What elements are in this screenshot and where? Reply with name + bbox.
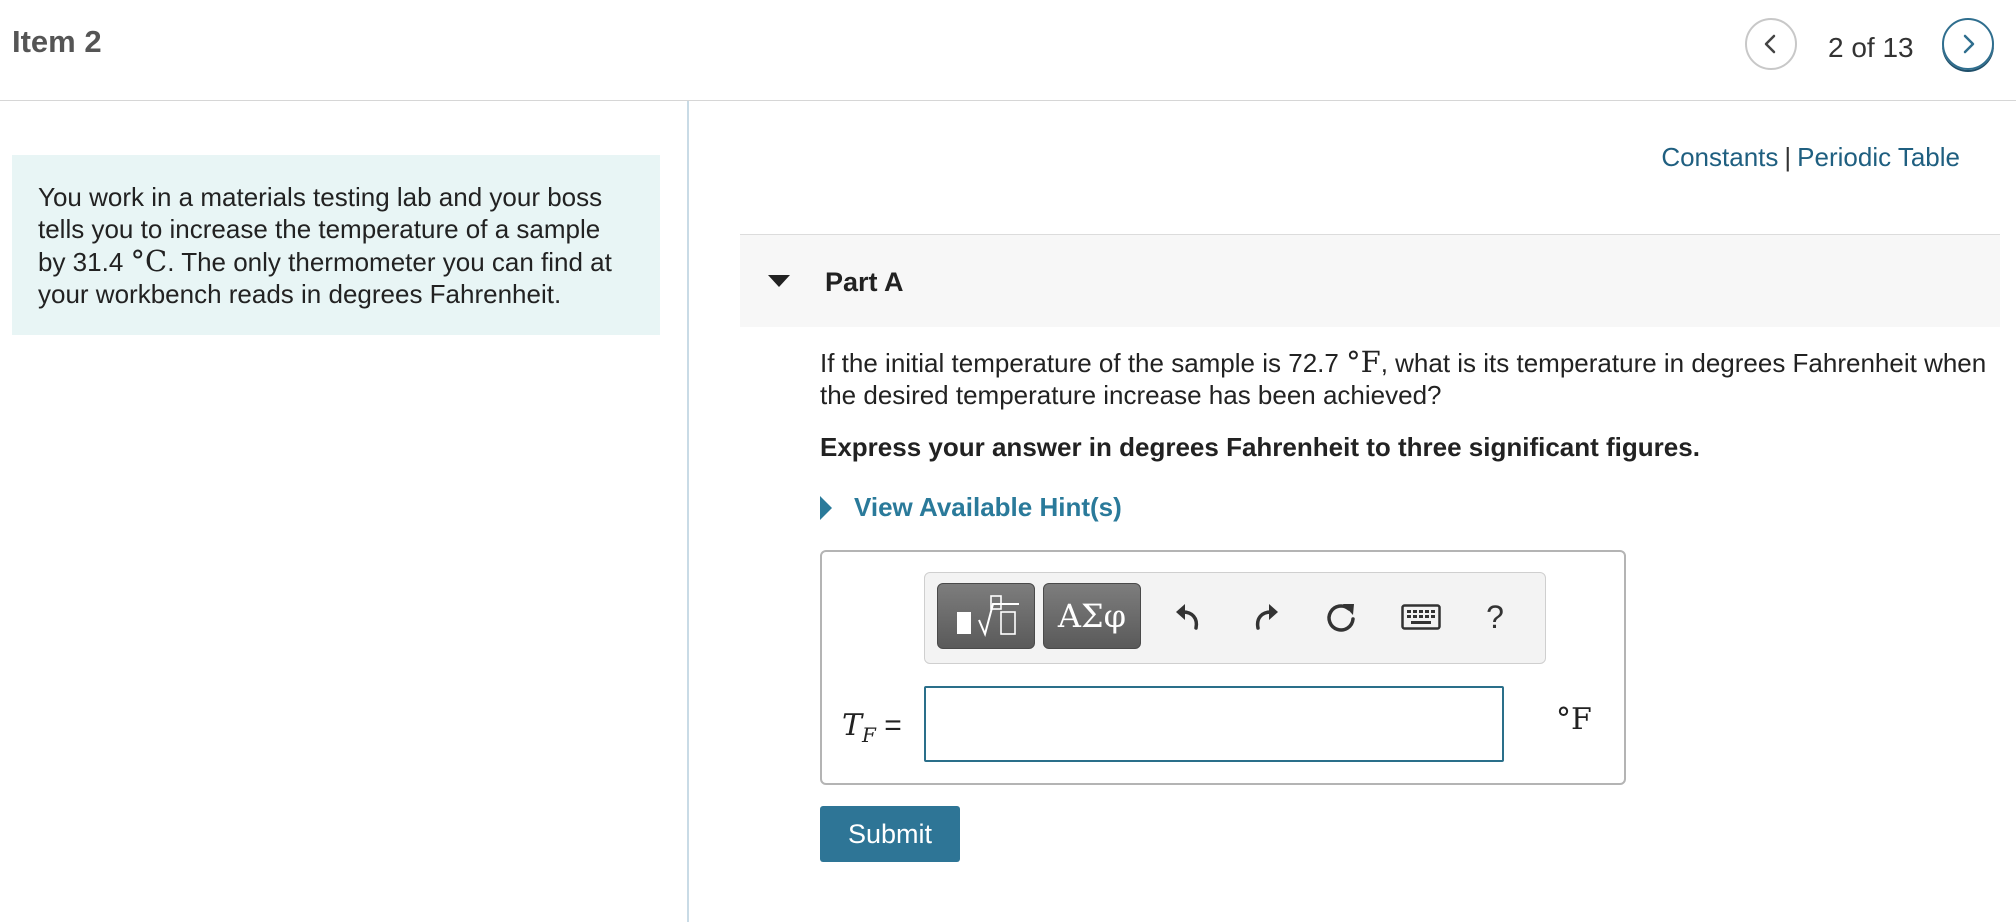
top-bar: Item 2 2 of 13 [0,0,2016,101]
answer-input[interactable] [924,686,1504,762]
item-title: Item 2 [12,24,102,59]
undo-icon [1176,604,1199,630]
view-hints-toggle[interactable]: View Available Hint(s) [820,492,1122,523]
question-before: If the initial temperature of the sample… [820,348,1347,378]
question-text: If the initial temperature of the sample… [820,346,2000,411]
chevron-left-icon [1764,34,1776,54]
constants-link[interactable]: Constants [1661,142,1778,172]
chevron-right-icon [1963,34,1975,54]
submit-button[interactable]: Submit [820,806,960,862]
answer-box: ΑΣφ ? TF = °F [820,550,1626,785]
variable-symbol: T [842,708,863,743]
panel-divider [687,101,689,922]
help-button[interactable]: ? [1473,595,1517,639]
redo-icon [1255,604,1278,630]
reset-button[interactable] [1319,595,1363,639]
help-icon: ? [1486,598,1504,635]
keyboard-button[interactable] [1399,595,1443,639]
keyboard-icon [1401,604,1441,630]
part-header[interactable]: Part A [740,234,2000,327]
math-toolbar: ΑΣφ ? [924,572,1546,664]
redo-button[interactable] [1243,595,1287,639]
item-counter: 2 of 13 [1828,32,1914,63]
caret-right-icon [820,495,832,520]
question-unit: °F [1346,345,1381,379]
templates-icon [957,595,1019,638]
greek-symbols-button[interactable]: ΑΣφ [1043,583,1141,649]
answer-instruction: Express your answer in degrees Fahrenhei… [820,432,1700,462]
hint-label: View Available Hint(s) [854,492,1122,522]
problem-intro: You work in a materials testing lab and … [12,155,660,335]
previous-item-button[interactable] [1745,18,1797,70]
answer-variable-label: TF = [842,708,902,747]
links-separator: | [1784,142,1792,172]
next-item-button[interactable] [1942,18,1994,70]
variable-subscript: F [862,723,876,747]
periodic-table-link[interactable]: Periodic Table [1797,142,1960,172]
templates-button[interactable] [937,583,1035,649]
reset-icon [1327,604,1355,632]
equals-sign: = [884,709,902,742]
intro-unit: °C [130,244,168,278]
undo-button[interactable] [1167,595,1211,639]
resource-links: Constants | Periodic Table [1661,142,1960,173]
caret-down-icon [768,275,790,287]
answer-unit: °F [1556,702,1592,737]
part-title: Part A [825,267,904,297]
